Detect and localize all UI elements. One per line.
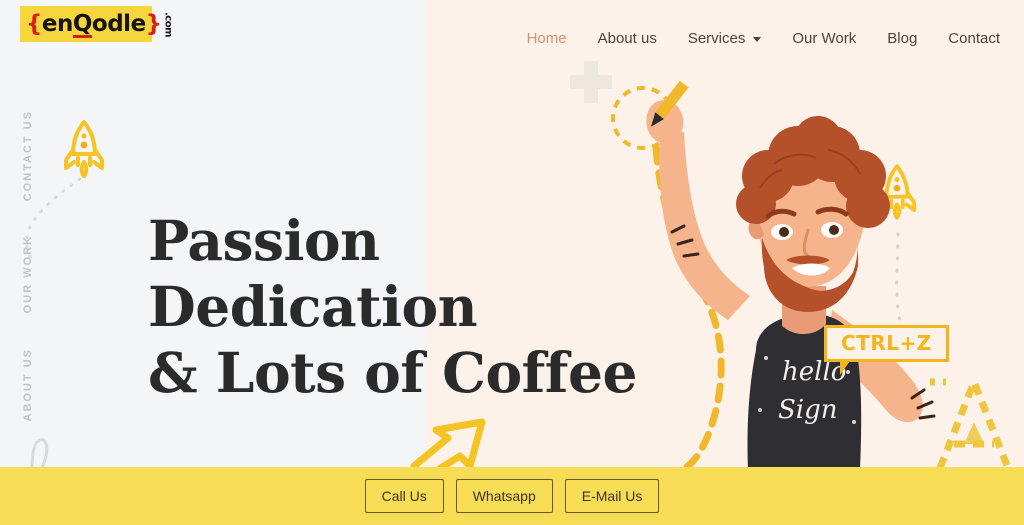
sidebar-item-contact-us[interactable]: CONTACT US <box>22 110 34 201</box>
nav-item-our-work[interactable]: Our Work <box>792 30 856 47</box>
nav-label-about-us: About us <box>597 30 657 47</box>
nav-label-our-work: Our Work <box>792 30 857 47</box>
logo-text-part2: odle <box>91 10 146 37</box>
speech-bubble-box: CTRL+Z <box>824 325 949 362</box>
nav-item-about-us[interactable]: About us <box>598 30 657 47</box>
headline-line-2: Dedication <box>148 274 478 339</box>
whatsapp-button[interactable]: Whatsapp <box>455 479 553 513</box>
speech-bubble-ctrl-z: CTRL+Z <box>824 325 949 375</box>
nav-item-services[interactable]: Services <box>688 30 762 47</box>
nav-label-blog: Blog <box>887 30 918 47</box>
nav-item-blog[interactable]: Blog <box>887 30 917 47</box>
page-title: Passion Dedication & Lots of Coffee <box>148 208 637 406</box>
logo-wordmark: {enQodle} <box>20 10 162 38</box>
logo-open-brace: { <box>26 10 42 37</box>
logo-text-part1: en <box>41 10 73 37</box>
main-navigation: Home About us Services Our Work Blog Con… <box>527 30 1000 47</box>
speech-bubble-tail <box>840 361 850 375</box>
bottom-cta-bar: Call Us Whatsapp E-Mail Us <box>0 467 1024 525</box>
site-logo[interactable]: {enQodle} .com <box>20 6 174 42</box>
headline-line-3: & Lots of Coffee <box>148 340 637 405</box>
nav-item-contact[interactable]: Contact <box>948 30 1000 47</box>
speech-bubble-label: CTRL+Z <box>841 331 932 355</box>
sidebar-item-our-work[interactable]: OUR WORK <box>22 235 34 313</box>
nav-item-home[interactable]: Home <box>527 30 567 47</box>
logo-tld: .com <box>162 12 174 38</box>
landing-page: {enQodle} .com Home About us Services Ou… <box>0 0 1024 525</box>
email-us-button[interactable]: E-Mail Us <box>564 479 660 513</box>
sidebar-item-about-us[interactable]: ABOUT US <box>22 348 34 421</box>
nav-label-home: Home <box>526 30 567 47</box>
side-vertical-menu: CONTACT US OUR WORK ABOUT US <box>22 110 52 455</box>
logo-close-brace: } <box>145 10 162 37</box>
headline-line-1: Passion <box>148 208 380 273</box>
chevron-down-icon <box>753 37 762 42</box>
call-us-button[interactable]: Call Us <box>364 479 444 513</box>
shirt-text-line2: Sign <box>778 395 838 425</box>
nav-label-services: Services <box>687 30 746 47</box>
rocket-icon-left <box>62 118 106 185</box>
logo-letter-q: Q <box>72 10 92 38</box>
nav-label-contact: Contact <box>948 30 1000 47</box>
